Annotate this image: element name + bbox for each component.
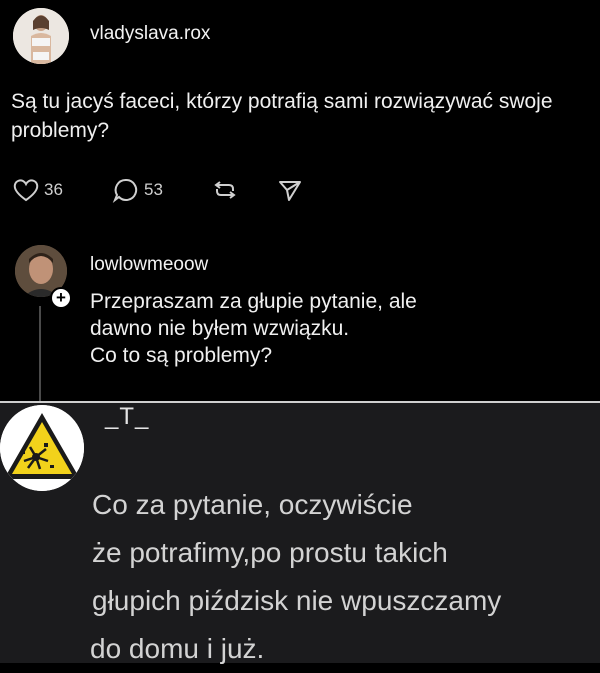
reply-line: dawno nie byłem wzwiązku. bbox=[90, 317, 350, 340]
comment-username[interactable]: _T_ bbox=[105, 403, 149, 431]
comment-line: głupich piździsk nie wpuszczamy bbox=[92, 585, 502, 616]
comment-text: Co za pytanie, oczywiście że potrafimy,p… bbox=[90, 481, 600, 673]
reply-line: Przepraszam za głupie pytanie, ale bbox=[90, 290, 417, 313]
reply-line: Co to są problemy? bbox=[90, 344, 273, 367]
send-icon bbox=[276, 176, 304, 204]
explosive-warning-icon[interactable] bbox=[0, 405, 84, 491]
comment-line: że potrafimy,po prostu takich bbox=[92, 537, 448, 568]
heart-icon bbox=[12, 177, 40, 203]
thread-line bbox=[39, 306, 41, 401]
comment-line: do domu i już. bbox=[90, 633, 265, 664]
comment-button[interactable]: 53 bbox=[112, 174, 163, 206]
comment-line: Co za pytanie, oczywiście bbox=[92, 489, 413, 520]
post-text: Są tu jacyś faceci, którzy potrafią sami… bbox=[11, 90, 553, 142]
follow-plus-icon[interactable]: + bbox=[50, 287, 72, 309]
share-button[interactable] bbox=[276, 174, 304, 206]
avatar[interactable] bbox=[13, 8, 69, 64]
reply-text: Przepraszam za głupie pytanie, ale dawno… bbox=[90, 288, 570, 369]
speech-bubble-icon bbox=[112, 176, 140, 204]
post-actions: 36 53 bbox=[12, 174, 342, 206]
original-post: vladyslava.rox Są tu jacyś faceci, którz… bbox=[0, 0, 600, 225]
reply-post: + lowlowmeoow Przepraszam za głupie pyta… bbox=[0, 226, 600, 401]
repost-button[interactable] bbox=[211, 174, 239, 206]
reply-username[interactable]: lowlowmeoow bbox=[90, 254, 208, 276]
post-username[interactable]: vladyslava.rox bbox=[90, 23, 210, 45]
repost-icon bbox=[211, 176, 239, 204]
like-button[interactable]: 36 bbox=[12, 174, 63, 206]
like-count: 36 bbox=[44, 180, 63, 199]
comment-post: _T_ Co za pytanie, oczywiście że potrafi… bbox=[0, 403, 600, 664]
comment-count: 53 bbox=[144, 180, 163, 199]
